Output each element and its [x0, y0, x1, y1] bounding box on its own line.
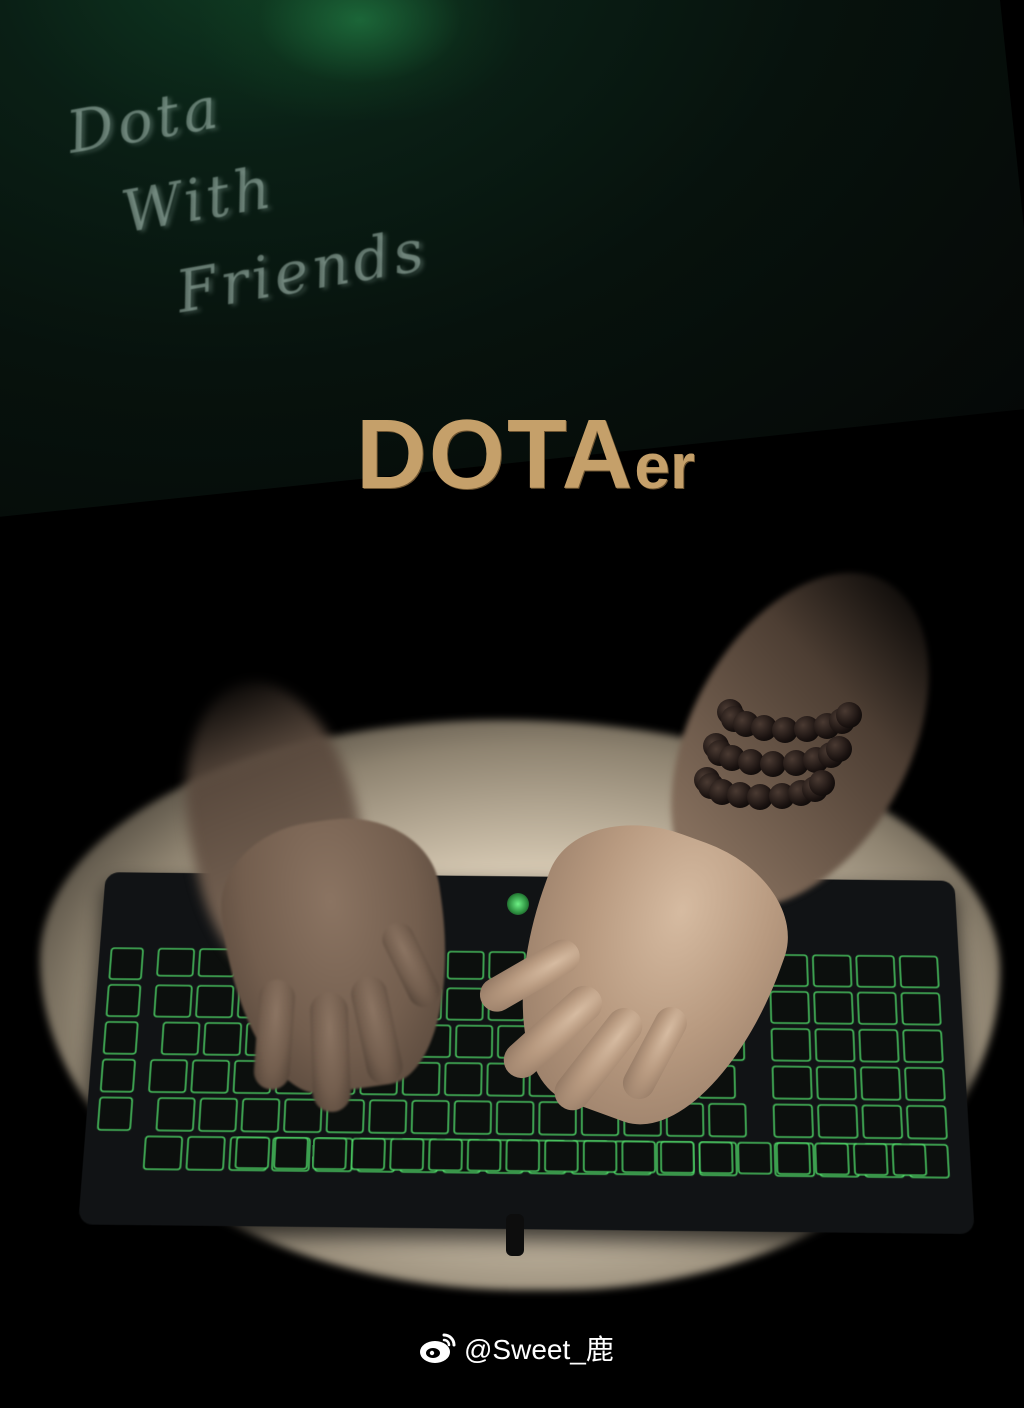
- keyboard-key: [858, 993, 897, 1025]
- title-main: DOTA: [356, 399, 635, 509]
- watermark-text: @Sweet_鹿: [464, 1334, 614, 1365]
- keyboard-key: [106, 985, 140, 1017]
- keyboard-key: [101, 1059, 135, 1091]
- keyboard-key: [861, 1067, 901, 1099]
- keyboard-key: [429, 1139, 462, 1170]
- keyboard-key: [818, 1105, 858, 1138]
- keyboard-key: [468, 1140, 501, 1171]
- keyboard-key: [506, 1140, 539, 1171]
- keyboard-key: [709, 1104, 746, 1137]
- bracelet-bead: [809, 769, 836, 796]
- keyboard-key: [813, 955, 852, 986]
- keyboard-key: [149, 1060, 187, 1092]
- keyboard-key: [545, 1141, 578, 1172]
- keyboard-key: [98, 1097, 133, 1130]
- keyboard-key: [770, 992, 809, 1024]
- keyboard-logo-icon: [507, 893, 529, 915]
- keyboard-key: [892, 1144, 926, 1175]
- keyboard-key: [313, 1138, 347, 1169]
- keyboard-key: [814, 992, 853, 1024]
- keyboard-key: [154, 985, 192, 1017]
- keyboard-key: [191, 1060, 229, 1092]
- keyboard-key: [771, 1029, 810, 1061]
- keyboard-key: [235, 1137, 269, 1168]
- bracelet-bead: [826, 735, 853, 762]
- title-suffix: er: [634, 430, 695, 502]
- keyboard-key: [815, 1029, 854, 1061]
- keyboard-key: [862, 1105, 902, 1138]
- keyboard-key: [900, 956, 939, 987]
- weibo-icon: [420, 1333, 456, 1363]
- poster-title: DOTAer: [356, 398, 695, 511]
- keyboard-key: [774, 1104, 813, 1137]
- keyboard-key: [109, 948, 143, 979]
- keyboard-key: [456, 1026, 493, 1058]
- keyboard-key: [448, 952, 484, 979]
- keyboard-key: [196, 986, 234, 1018]
- keyboard-key: [241, 1099, 279, 1132]
- keyboard-key: [622, 1141, 655, 1172]
- keyboard-key: [186, 1137, 225, 1170]
- keyboard-key: [903, 1030, 943, 1062]
- keyboard-key: [497, 1102, 534, 1135]
- keyboard-key: [445, 1063, 482, 1095]
- keyboard-key: [738, 1143, 771, 1174]
- keyboard-key: [856, 956, 895, 987]
- keyboard-key: [274, 1138, 308, 1169]
- keyboard-key: [412, 1101, 449, 1134]
- keyboard-key: [454, 1101, 491, 1134]
- keyboard-key: [369, 1100, 406, 1133]
- keyboard-key: [447, 988, 483, 1020]
- keyboard-key: [584, 1141, 617, 1172]
- keyboard-key: [390, 1139, 423, 1170]
- keyboard-key: [773, 1066, 812, 1098]
- keyboard-key: [907, 1106, 947, 1139]
- keyboard-key: [144, 1136, 183, 1169]
- bracelet-bead: [836, 701, 863, 728]
- keyboard-key: [817, 1067, 856, 1099]
- keyboard-key: [104, 1022, 138, 1054]
- keyboard-key: [351, 1139, 385, 1170]
- poster: Dota With Friends DOTAer @Sweet_鹿: [0, 0, 1024, 1408]
- keyboard-key: [901, 993, 940, 1025]
- keyboard-key: [199, 1099, 237, 1132]
- keyboard-key: [162, 1023, 200, 1055]
- keyboard-key: [859, 1030, 898, 1062]
- keyboard-key: [905, 1068, 945, 1100]
- keyboard-key: [700, 1142, 733, 1173]
- keyboard-key: [157, 949, 194, 976]
- keyboard-key: [661, 1142, 694, 1173]
- watermark: @Sweet_鹿: [418, 1330, 614, 1366]
- keyboard-key: [204, 1023, 242, 1055]
- keyboard-key: [854, 1144, 888, 1175]
- keyboard-key: [815, 1143, 849, 1174]
- keyboard-cable: [506, 1214, 524, 1256]
- keyboard-key: [777, 1143, 810, 1174]
- keyboard-key: [156, 1098, 194, 1131]
